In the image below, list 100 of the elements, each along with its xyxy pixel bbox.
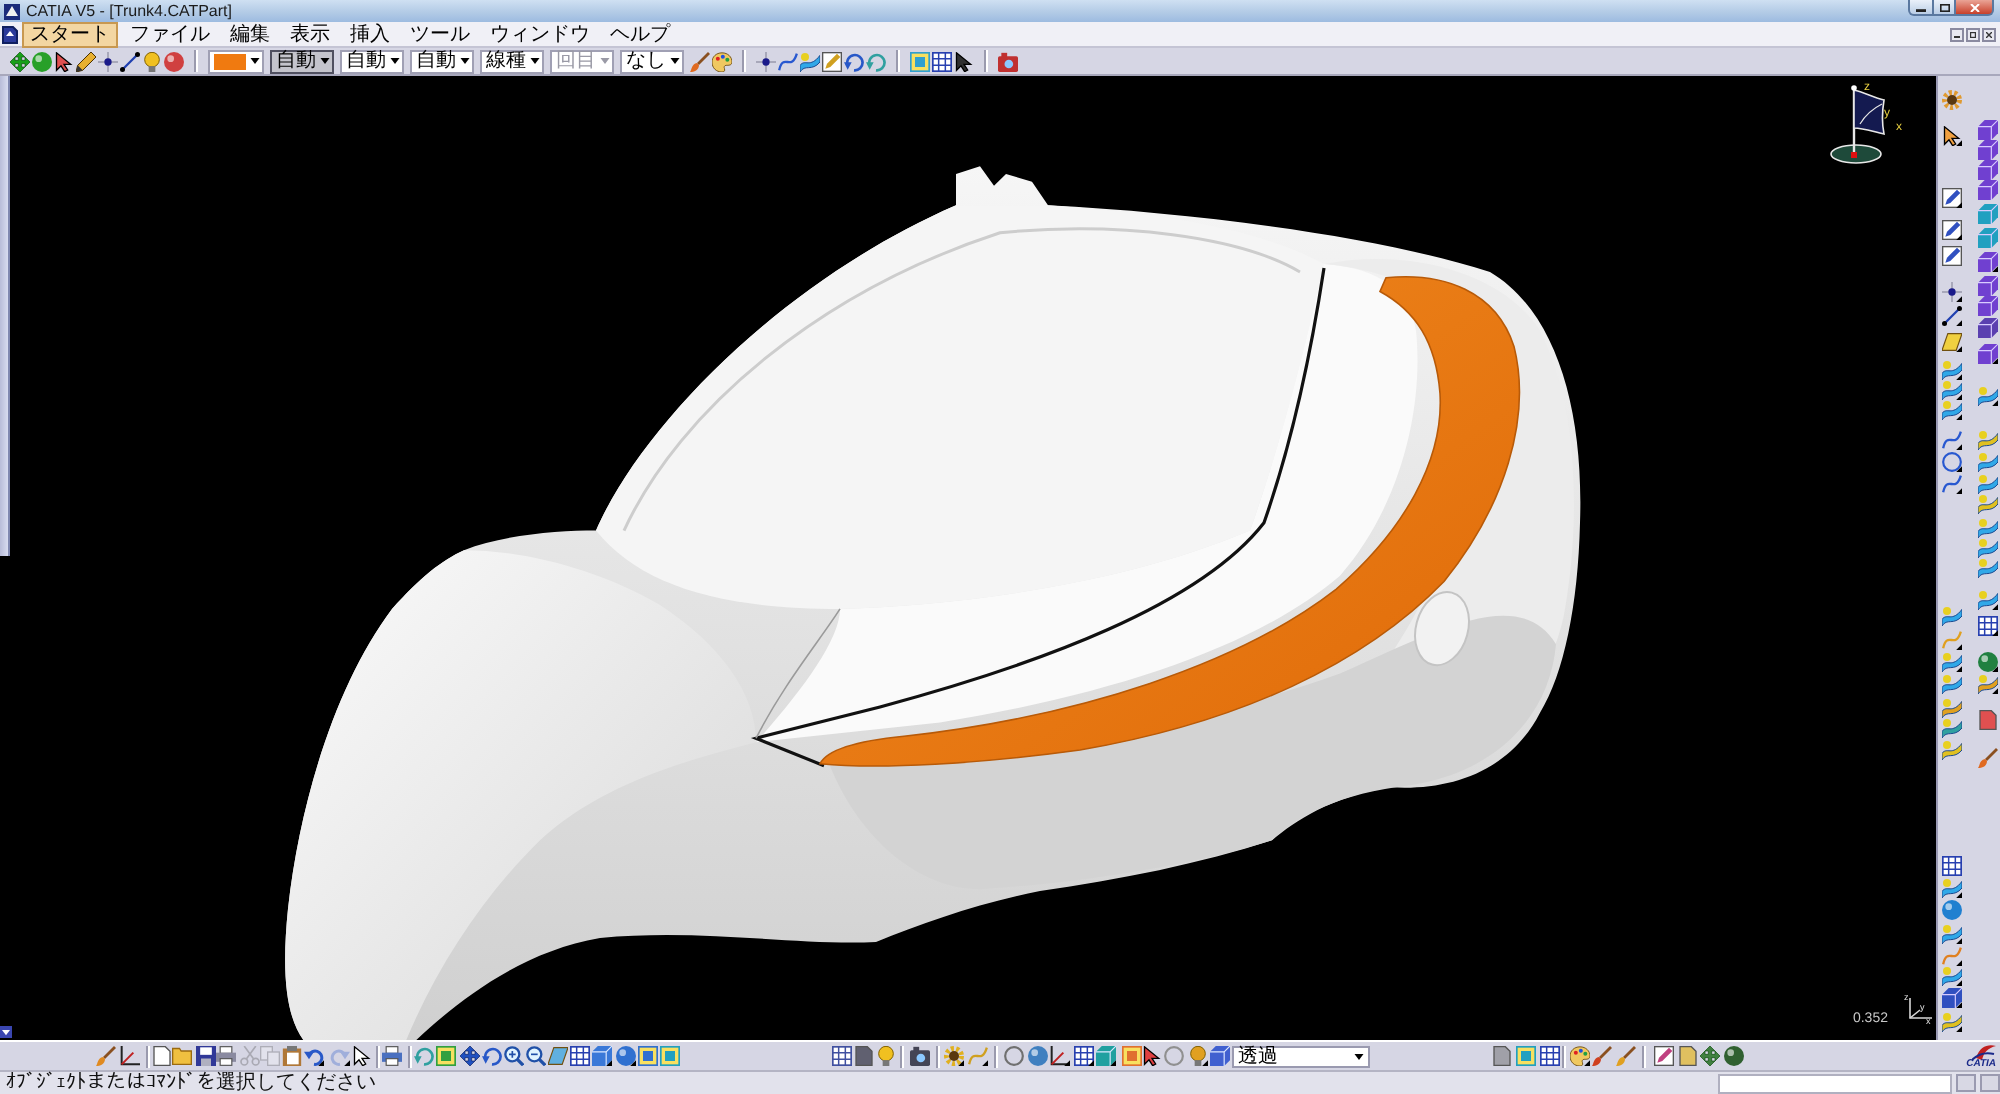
sketch-icon[interactable] bbox=[1942, 188, 1962, 208]
caret-icon bbox=[670, 58, 680, 64]
property-dropdown[interactable]: なし bbox=[620, 49, 684, 73]
printer-icon[interactable] bbox=[382, 1046, 402, 1066]
menu-item[interactable]: 編集 bbox=[222, 21, 278, 47]
curve-icon[interactable] bbox=[968, 1046, 988, 1066]
menu-item[interactable]: ウィンドウ bbox=[482, 21, 598, 47]
surface-icon[interactable] bbox=[1942, 652, 1962, 672]
move-arrows-icon[interactable] bbox=[10, 51, 30, 71]
sketch-icon[interactable] bbox=[822, 51, 842, 71]
paintbrush-icon[interactable] bbox=[1978, 748, 1998, 768]
grid-icon[interactable] bbox=[570, 1046, 590, 1066]
cursor-icon[interactable] bbox=[352, 1046, 372, 1066]
menu-item[interactable]: ファイル bbox=[122, 21, 218, 47]
document-icon[interactable] bbox=[2, 25, 18, 43]
plane-icon[interactable] bbox=[1942, 332, 1962, 352]
curve-icon[interactable] bbox=[1942, 630, 1962, 650]
property-dropdown[interactable]: 自動 bbox=[270, 49, 334, 73]
maximize-icon bbox=[1939, 3, 1949, 11]
point-icon[interactable] bbox=[98, 51, 118, 71]
sketch-icon[interactable] bbox=[1942, 246, 1962, 266]
palette-icon[interactable] bbox=[1570, 1046, 1590, 1066]
cursor-icon[interactable] bbox=[1942, 126, 1962, 146]
close-button[interactable] bbox=[1982, 27, 1996, 41]
menu-item[interactable]: ヘルプ bbox=[602, 21, 678, 47]
document-icon[interactable] bbox=[152, 1046, 172, 1066]
curve-icon[interactable] bbox=[1942, 430, 1962, 450]
lamp-icon[interactable] bbox=[1188, 1046, 1208, 1066]
expand-toggle-icon[interactable] bbox=[0, 1026, 12, 1038]
axis-icon[interactable] bbox=[1050, 1046, 1070, 1066]
gear-icon[interactable] bbox=[1942, 90, 1962, 110]
property-dropdown[interactable]: 自動 bbox=[410, 49, 474, 73]
sphere-icon[interactable] bbox=[1978, 652, 1998, 672]
circle-icon[interactable] bbox=[1942, 452, 1962, 472]
undo-icon[interactable] bbox=[304, 1046, 324, 1066]
rotate-icon[interactable] bbox=[482, 1046, 502, 1066]
axis-icon[interactable] bbox=[120, 1046, 140, 1066]
property-dropdown[interactable]: 線種 bbox=[480, 49, 544, 73]
zoom-in-icon[interactable] bbox=[504, 1046, 524, 1066]
surface-icon[interactable] bbox=[1942, 360, 1962, 380]
surface-icon[interactable] bbox=[1942, 1012, 1962, 1032]
move-arrows-icon[interactable] bbox=[1700, 1046, 1720, 1066]
camera-icon[interactable] bbox=[910, 1046, 930, 1066]
surface-icon[interactable] bbox=[1942, 380, 1962, 400]
tree-scrollbar[interactable] bbox=[0, 76, 10, 556]
clipboard-icon[interactable] bbox=[282, 1046, 302, 1066]
printer-icon[interactable] bbox=[216, 1046, 236, 1066]
surface-icon[interactable] bbox=[1942, 924, 1962, 944]
menu-item[interactable]: 挿入 bbox=[342, 21, 398, 47]
save-icon[interactable] bbox=[196, 1046, 216, 1066]
grid-icon[interactable] bbox=[1074, 1046, 1094, 1066]
grid-icon[interactable] bbox=[1540, 1046, 1560, 1066]
surface-icon[interactable] bbox=[1942, 966, 1962, 986]
render-style-dropdown[interactable]: 透過 bbox=[1232, 1045, 1370, 1067]
gear-icon[interactable] bbox=[944, 1046, 964, 1066]
point-icon[interactable] bbox=[1942, 282, 1962, 302]
maximize-button[interactable] bbox=[1932, 0, 1956, 16]
cursor-icon[interactable] bbox=[54, 51, 74, 71]
block-icon[interactable] bbox=[1978, 252, 1998, 272]
cube-icon[interactable] bbox=[1096, 1046, 1116, 1066]
minimize-button[interactable] bbox=[1908, 0, 1934, 16]
grid-icon[interactable] bbox=[832, 1046, 852, 1066]
paintbrush-icon[interactable] bbox=[1592, 1046, 1612, 1066]
paintbrush-icon[interactable] bbox=[1616, 1046, 1636, 1066]
cube-icon[interactable] bbox=[592, 1046, 612, 1066]
menu-item[interactable]: ツール bbox=[402, 21, 478, 47]
surface-icon[interactable] bbox=[1978, 590, 1998, 610]
property-dropdown[interactable]: 自動 bbox=[340, 49, 404, 73]
menu-item[interactable]: スタート bbox=[22, 21, 118, 47]
restore-button[interactable] bbox=[1966, 27, 1980, 41]
grid-icon[interactable] bbox=[1942, 856, 1962, 876]
menu-item[interactable]: 表示 bbox=[282, 21, 338, 47]
point-icon[interactable] bbox=[756, 51, 776, 71]
grid-icon[interactable] bbox=[932, 51, 952, 71]
pencil-icon[interactable] bbox=[76, 51, 96, 71]
minimize-button[interactable] bbox=[1950, 27, 1964, 41]
grid-icon[interactable] bbox=[1978, 616, 1998, 636]
curve-icon[interactable] bbox=[1942, 946, 1962, 966]
paintbrush-icon[interactable] bbox=[690, 51, 710, 71]
cursor-icon[interactable] bbox=[954, 51, 974, 71]
surface-icon[interactable] bbox=[1978, 386, 1998, 406]
zoom-out-icon[interactable] bbox=[526, 1046, 546, 1066]
surface-icon[interactable] bbox=[1942, 878, 1962, 898]
cursor-icon[interactable] bbox=[1142, 1046, 1162, 1066]
block-icon[interactable] bbox=[1978, 344, 1998, 364]
paintbrush-icon[interactable] bbox=[96, 1046, 116, 1066]
sketch-icon[interactable] bbox=[1654, 1046, 1674, 1066]
sketch-icon[interactable] bbox=[1942, 220, 1962, 240]
command-field[interactable] bbox=[1718, 1073, 1952, 1093]
camera-icon[interactable] bbox=[998, 51, 1018, 71]
pan-icon[interactable] bbox=[460, 1046, 480, 1066]
color-dropdown[interactable] bbox=[208, 49, 264, 73]
surface-icon[interactable] bbox=[1942, 400, 1962, 420]
block-icon[interactable] bbox=[1942, 988, 1962, 1008]
line-icon[interactable] bbox=[120, 51, 140, 71]
close-button[interactable] bbox=[1954, 0, 1994, 16]
curve-icon[interactable] bbox=[1942, 474, 1962, 494]
surface-icon[interactable] bbox=[1978, 674, 1998, 694]
line-icon[interactable] bbox=[1942, 306, 1962, 326]
sphere-icon[interactable] bbox=[616, 1046, 636, 1066]
